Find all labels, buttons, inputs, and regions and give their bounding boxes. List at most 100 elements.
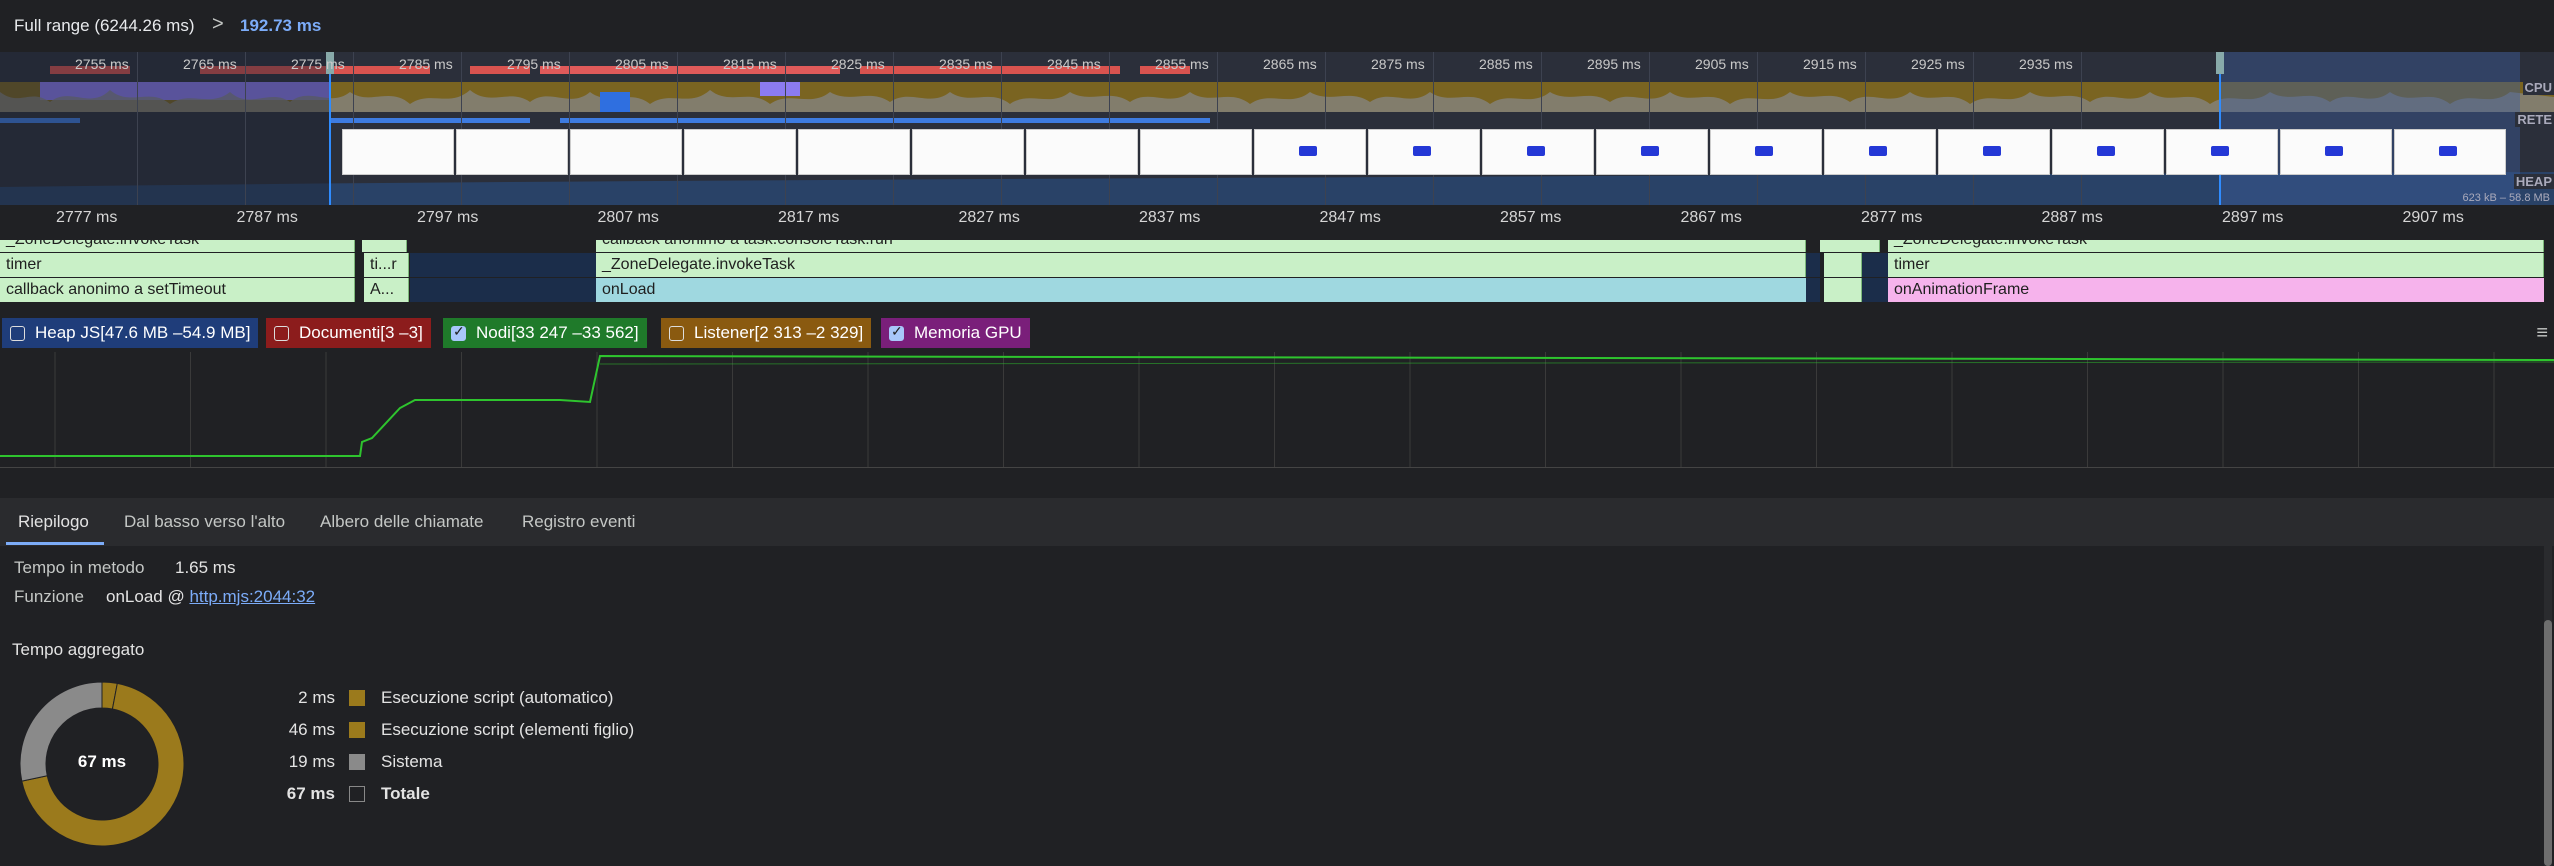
car-icon (2097, 146, 2115, 156)
checkbox-unchecked-icon[interactable] (669, 325, 684, 341)
full-range-link[interactable]: Full range (6244.26 ms) (14, 16, 194, 36)
screenshot-frame[interactable] (684, 129, 796, 175)
checkbox-unchecked-icon[interactable] (10, 325, 25, 341)
self-time-label: Tempo in metodo (14, 558, 145, 577)
overview-tick-label: 2935 ms (2019, 56, 2073, 72)
overview-tick-label: 2795 ms (507, 56, 561, 72)
ruler-tick-label: 2817 ms (778, 209, 840, 226)
screenshot-frame[interactable] (1026, 129, 1138, 175)
ruler-tick-label: 2877 ms (1861, 209, 1923, 226)
screenshot-frame[interactable] (1824, 129, 1936, 175)
counter-js-heap[interactable]: Heap JS[47.6 MB –54.9 MB] (2, 318, 259, 348)
overview-tick-label: 2835 ms (939, 56, 993, 72)
tab-event-log[interactable]: Registro eventi (522, 512, 635, 532)
flame-event[interactable] (1824, 253, 1862, 277)
checkbox-unchecked-icon[interactable] (274, 325, 289, 341)
screenshot-frame[interactable] (2280, 129, 2392, 175)
flame-gap (410, 253, 596, 277)
overview-tick-label: 2855 ms (1155, 56, 1209, 72)
self-time-value: 1.65 ms (175, 558, 236, 577)
counter-nodes[interactable]: Nodi[33 247 –33 562] (443, 318, 647, 348)
overview-tick-label: 2755 ms (75, 56, 129, 72)
flame-event[interactable]: _ZoneDelegate.invokeTask (0, 240, 355, 252)
overview-tick-label: 2915 ms (1803, 56, 1857, 72)
ruler-tick-label: 2787 ms (236, 209, 298, 226)
screenshot-frame[interactable] (912, 129, 1024, 175)
flame-event[interactable]: _ZoneDelegate.invokeTask (1888, 240, 2544, 252)
screenshot-frame[interactable] (2052, 129, 2164, 175)
counter-documents[interactable]: Documenti[3 –3] (266, 318, 431, 348)
legend-label: Totale (381, 784, 430, 803)
heap-lane-label: HEAP (2513, 174, 2554, 189)
selected-range[interactable]: 192.73 ms (240, 16, 321, 36)
car-icon (1299, 146, 1317, 156)
overview-tick-label: 2845 ms (1047, 56, 1101, 72)
legend-value: 46 ms (288, 720, 335, 739)
function-label: Funzione (14, 587, 84, 606)
car-icon (2211, 146, 2229, 156)
tab-bottom-up[interactable]: Dal basso verso l'alto (124, 512, 285, 532)
memory-graph (0, 352, 2554, 468)
flame-event[interactable] (1824, 278, 1862, 302)
screenshot-frame[interactable] (1596, 129, 1708, 175)
ruler-tick-label: 2847 ms (1319, 209, 1381, 226)
screenshot-frame[interactable] (1710, 129, 1822, 175)
screenshot-frame[interactable] (2166, 129, 2278, 175)
flame-event[interactable] (1820, 240, 1880, 252)
source-link[interactable]: http.mjs:2044:32 (189, 587, 315, 606)
chevron-right-icon: > (212, 13, 224, 35)
screenshot-frame[interactable] (1482, 129, 1594, 175)
flame-event[interactable]: callback anonimo a task.consoleTask.run (596, 240, 1806, 252)
screenshot-frame[interactable] (342, 129, 454, 175)
flame-event-timer[interactable]: timer (0, 253, 355, 277)
counter-listeners[interactable]: Listener[2 313 –2 329] (661, 318, 872, 348)
screenshot-frame[interactable] (1368, 129, 1480, 175)
flame-event-small[interactable]: A... (364, 278, 409, 302)
screenshot-frame[interactable] (570, 129, 682, 175)
memory-counters: Heap JS[47.6 MB –54.9 MB] Documenti[3 –3… (0, 316, 2554, 352)
flame-event[interactable] (362, 240, 407, 252)
overview-tick-label: 2925 ms (1911, 56, 1965, 72)
checkbox-checked-icon[interactable] (451, 323, 466, 341)
screenshot-frame[interactable] (2394, 129, 2506, 175)
active-tab-indicator (6, 542, 104, 545)
car-icon (2439, 146, 2457, 156)
screenshot-frame[interactable] (798, 129, 910, 175)
donut-total-label: 67 ms (77, 752, 127, 771)
screenshot-frame[interactable] (1938, 129, 2050, 175)
overview-tick-label: 2765 ms (183, 56, 237, 72)
flame-gap (410, 278, 596, 302)
flame-event-settimeout[interactable]: callback anonimo a setTimeout (0, 278, 355, 302)
ruler-tick-label: 2867 ms (1680, 209, 1742, 226)
flame-event-invoke-task[interactable]: _ZoneDelegate.invokeTask (596, 253, 1806, 277)
screenshot-frame[interactable] (456, 129, 568, 175)
screenshot-frame[interactable] (1140, 129, 1252, 175)
timeline-overview[interactable]: 2755 ms 2765 ms 2775 ms 2785 ms 2795 ms 2805 … (0, 52, 2554, 205)
overview-tick-label: 2775 ms (291, 56, 345, 72)
flame-gap (1862, 278, 1888, 302)
car-icon (1641, 146, 1659, 156)
counter-gpu-memory[interactable]: Memoria GPU (881, 318, 1030, 348)
tab-call-tree[interactable]: Albero delle chiamate (320, 512, 483, 532)
ruler-tick-label: 2897 ms (2222, 209, 2284, 226)
flame-chart[interactable]: _ZoneDelegate.invokeTask callback anonim… (0, 240, 2554, 307)
ruler-tick-label: 2797 ms (417, 209, 479, 226)
nodes-graph (0, 352, 2554, 467)
flame-event-onload[interactable]: onLoad (596, 278, 1806, 302)
range-bar: Full range (6244.26 ms) > 192.73 ms (0, 0, 2554, 52)
overview-tick-label: 2815 ms (723, 56, 777, 72)
details-scrollbar-thumb[interactable] (2544, 620, 2552, 866)
checkbox-checked-icon[interactable] (889, 323, 904, 341)
overview-tick-label: 2885 ms (1479, 56, 1533, 72)
menu-icon[interactable]: ≡ (2536, 322, 2548, 345)
function-name: onLoad @ http.mjs:2044:32 (106, 587, 315, 607)
overview-tick-label: 2875 ms (1371, 56, 1425, 72)
tab-summary[interactable]: Riepilogo (18, 512, 89, 532)
flame-event-timer[interactable]: timer (1888, 253, 2544, 277)
overview-tick-label: 2905 ms (1695, 56, 1749, 72)
screenshot-frame[interactable] (1254, 129, 1366, 175)
flame-event-timer-small[interactable]: ti...r (364, 253, 409, 277)
overview-tick-label: 2785 ms (399, 56, 453, 72)
flame-event-animation-frame[interactable]: onAnimationFrame (1888, 278, 2544, 302)
ruler-tick-label: 2857 ms (1500, 209, 1562, 226)
